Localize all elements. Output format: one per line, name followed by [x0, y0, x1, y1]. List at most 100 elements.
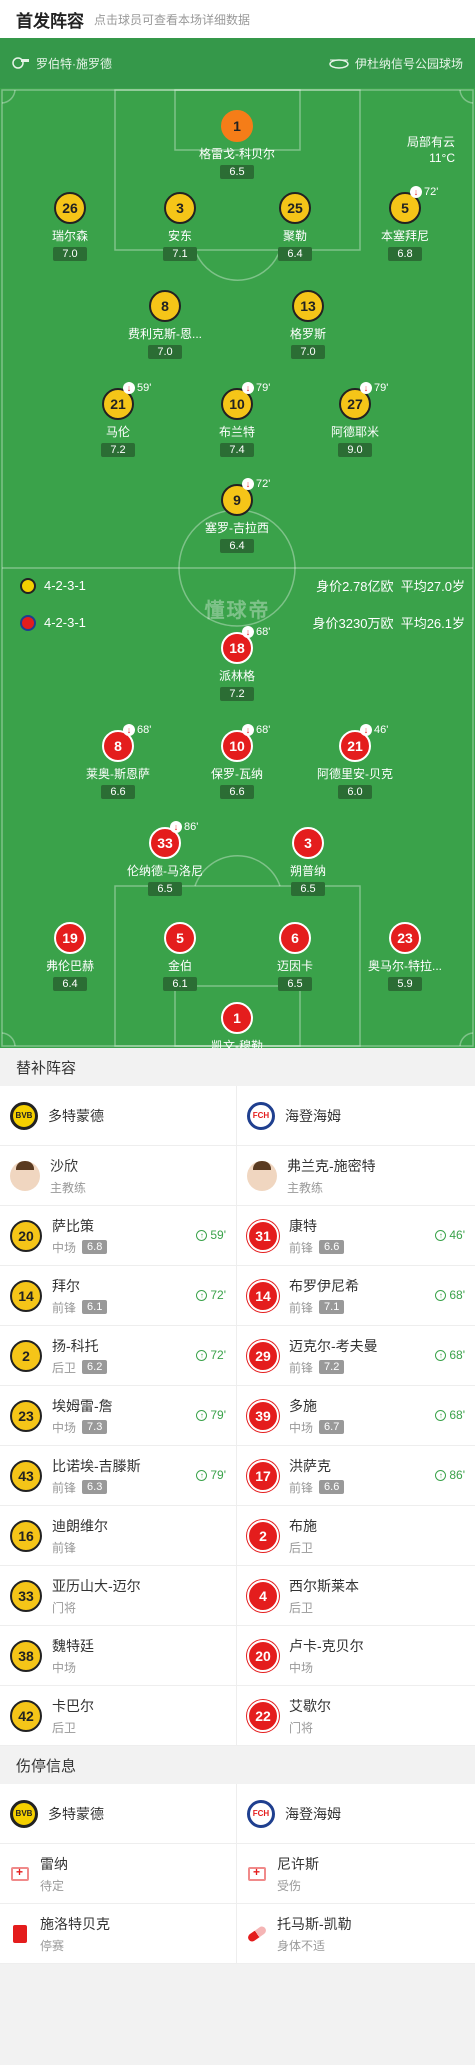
sub-player-row[interactable]: 2 扬-科托 后卫 6.2 ↑ 72' [0, 1326, 237, 1386]
sub-out-icon: ↓ [170, 821, 182, 833]
jersey-number: 14 [247, 1279, 279, 1312]
sub-player-row[interactable]: 17 洪萨克 前锋 6.6 ↑ 86' [237, 1446, 475, 1506]
home-player[interactable]: 3 安东 7.1 [125, 192, 235, 262]
sub-player-row[interactable]: 29 迈克尔-考夫曼 前锋 7.2 ↑ 68' [237, 1326, 475, 1386]
player-position: 前锋 [52, 1540, 77, 1555]
injury-status: 受伤 [277, 1878, 302, 1893]
jersey-number: 1 [221, 1002, 253, 1034]
jersey-number: 33 [10, 1579, 42, 1612]
player-name: 费利克斯-恩... [128, 327, 202, 341]
away-coach[interactable]: 弗兰克-施密特 主教练 [237, 1146, 475, 1206]
player-name: 布兰特 [218, 425, 255, 439]
sub-player-row[interactable]: 20 萨比策 中场 6.8 ↑ 59' [0, 1206, 237, 1266]
sub-out-indicator: ↓ 79' [360, 382, 388, 394]
sub-player-row[interactable]: 42 卡巴尔 后卫 [0, 1686, 237, 1746]
away-player[interactable]: 5 金伯 6.1 [125, 922, 235, 992]
home-player[interactable]: 25 聚勒 6.4 [240, 192, 350, 262]
away-player[interactable]: 1凯文-穆勒6.1 [182, 1002, 292, 1048]
away-player[interactable]: 23 奥马尔-特拉... 5.9 [350, 922, 460, 992]
player-name: 弗伦巴赫 [45, 959, 94, 973]
player-name: 塞罗-吉拉西 [205, 521, 269, 535]
away-player[interactable]: 8 ↓ 68' 莱奥-斯恩萨 6.6 [63, 724, 173, 800]
sub-time: 68' [256, 626, 271, 638]
away-player[interactable]: 21 ↓ 46' 阿德里安-贝克 6.0 [300, 724, 410, 800]
jersey-number: 42 [10, 1699, 42, 1732]
player-position-line: 中场 [52, 1659, 94, 1676]
away-player[interactable]: 6 迈因卡 6.5 [240, 922, 350, 992]
away-player[interactable]: 19 弗伦巴赫 6.4 [15, 922, 125, 992]
away-player[interactable]: 3 朔普纳 6.5 [253, 827, 363, 897]
sub-player-row[interactable]: 2 布施 后卫 [237, 1506, 475, 1566]
player-position: 中场 [52, 1240, 77, 1255]
sub-player-row[interactable]: 43 比诺埃-吉滕斯 前锋 6.3 ↑ 79' [0, 1446, 237, 1506]
sub-player-row[interactable]: 23 埃姆雷-詹 中场 7.3 ↑ 79' [0, 1386, 237, 1446]
away-player[interactable]: 33 ↓ 86' 伦纳德-马洛尼 6.5 [110, 821, 220, 897]
player-position: 前锋 [289, 1300, 314, 1315]
away-team-header[interactable]: FCH 海登海姆 [237, 1784, 475, 1844]
home-player[interactable]: 10 ↓ 79' 布兰特 7.4 [182, 382, 292, 458]
injury-row[interactable]: 尼许斯受伤 [237, 1844, 475, 1904]
home-player[interactable]: 21 ↓ 59' 马伦 7.2 [63, 382, 173, 458]
player-position-line: 中场 6.8 [52, 1239, 108, 1256]
player-position-line: 前锋 6.6 [289, 1479, 345, 1496]
injury-row[interactable]: 雷纳待定 [0, 1844, 237, 1904]
player-rating: 6.6 [101, 785, 135, 799]
sub-in-indicator: ↑ 72' [196, 1288, 226, 1302]
home-team-header[interactable]: BVB 多特蒙德 [0, 1086, 237, 1146]
player-rating: 6.1 [82, 1300, 108, 1314]
player-name: 阿德里安-贝克 [317, 767, 393, 781]
jersey-number: 3 [164, 192, 196, 224]
home-player[interactable]: 27 ↓ 79' 阿德耶米 9.0 [300, 382, 410, 458]
sub-player-row[interactable]: 14 布罗伊尼希 前锋 7.1 ↑ 68' [237, 1266, 475, 1326]
sub-in-indicator: ↑ 68' [435, 1288, 465, 1302]
player-name: 伦纳德-马洛尼 [127, 864, 203, 878]
jersey-number: 5 [164, 922, 196, 954]
player-position-line: 前锋 7.2 [289, 1359, 378, 1376]
sub-player-row[interactable]: 16 迪朗维尔 前锋 [0, 1506, 237, 1566]
sub-player-row[interactable]: 20 卢卡-克贝尔 中场 [237, 1626, 475, 1686]
sub-player-row[interactable]: 22 艾歇尔 门将 [237, 1686, 475, 1746]
home-player[interactable]: 13 格罗斯 7.0 [253, 290, 363, 360]
player-name: 拜尔 [52, 1277, 80, 1294]
home-team-header[interactable]: BVB 多特蒙德 [0, 1784, 237, 1844]
sub-player-row[interactable]: 33 亚历山大-迈尔 门将 [0, 1566, 237, 1626]
jersey-number: 20 [247, 1639, 279, 1672]
coach-name: 弗兰克-施密特 [287, 1157, 376, 1174]
player-name: 西尔斯莱本 [289, 1577, 359, 1594]
away-value: 身价3230万欧 [312, 616, 394, 631]
away-player[interactable]: 18 ↓ 68' 派林格 7.2 [182, 626, 292, 702]
sub-player-row[interactable]: 38 魏特廷 中场 [0, 1626, 237, 1686]
jersey-number: 25 [279, 192, 311, 224]
sub-out-indicator: ↓ 72' [242, 478, 270, 490]
home-coach[interactable]: 沙欣 主教练 [0, 1146, 237, 1206]
coach-role: 主教练 [287, 1180, 324, 1195]
sub-in-icon: ↑ [196, 1469, 208, 1481]
player-name: 迈克尔-考夫曼 [289, 1337, 378, 1354]
sub-time: 86' [449, 1468, 465, 1482]
sub-player-row[interactable]: 39 多施 中场 6.7 ↑ 68' [237, 1386, 475, 1446]
sub-player-row[interactable]: 31 康特 前锋 6.6 ↑ 46' [237, 1206, 475, 1266]
home-player[interactable]: 1 格雷戈-科贝尔 6.5 [182, 110, 292, 180]
away-team-header[interactable]: FCH 海登海姆 [237, 1086, 475, 1146]
injury-row[interactable]: 施洛特贝克 停赛 [0, 1904, 237, 1964]
player-name: 格罗斯 [289, 327, 326, 341]
sub-player-row[interactable]: 14 拜尔 前锋 6.1 ↑ 72' [0, 1266, 237, 1326]
sub-in-icon: ↑ [435, 1409, 447, 1421]
home-player[interactable]: 8 费利克斯-恩... 7.0 [110, 290, 220, 360]
away-player[interactable]: 10 ↓ 68' 保罗-瓦纳 6.6 [182, 724, 292, 800]
sub-time: 46' [449, 1228, 465, 1242]
sub-in-indicator: ↑ 72' [196, 1348, 226, 1362]
player-rating: 6.1 [163, 977, 197, 991]
player-name: 迈因卡 [276, 959, 313, 973]
injury-row[interactable]: 托马斯-凯勒 身体不适 [237, 1904, 475, 1964]
sub-out-indicator: ↓ 68' [242, 724, 270, 736]
jersey-number: 14 [10, 1279, 42, 1312]
sub-player-row[interactable]: 4 西尔斯莱本 后卫 [237, 1566, 475, 1626]
home-player[interactable]: 9 ↓ 72' 塞罗-吉拉西 6.4 [182, 478, 292, 554]
injury-status: 待定 [40, 1878, 65, 1893]
player-name: 多施 [289, 1397, 317, 1414]
home-player[interactable]: 26 瑞尔森 7.0 [15, 192, 125, 262]
player-position-line: 后卫 [289, 1539, 317, 1556]
home-player[interactable]: 5 ↓ 72' 本塞拜尼 6.8 [350, 186, 460, 262]
player-rating: 5.9 [388, 977, 422, 991]
